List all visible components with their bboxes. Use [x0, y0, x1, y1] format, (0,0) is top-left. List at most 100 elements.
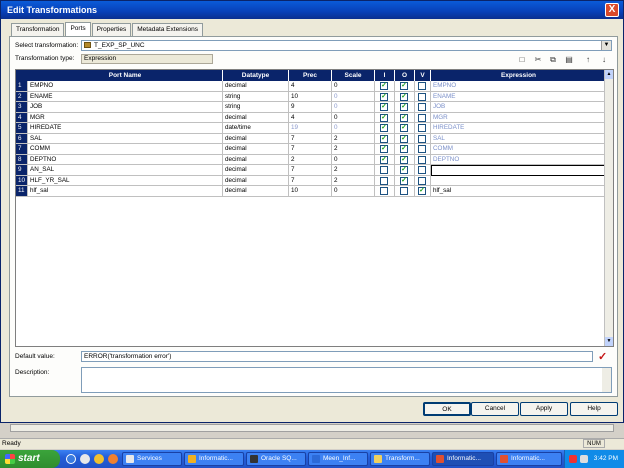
header-scale[interactable]: Scale — [332, 70, 375, 81]
variable-checkbox[interactable]: ✓ — [418, 187, 426, 195]
table-row[interactable]: 3 JOB string 9 0 ✓ ✓ JOB — [16, 102, 606, 113]
prec-cell[interactable]: 2 — [289, 154, 332, 165]
move-up-icon[interactable]: ↑ — [583, 55, 593, 65]
port-name-cell[interactable]: ENAME — [28, 91, 223, 102]
chevron-down-icon[interactable]: ▼ — [601, 41, 611, 50]
input-checkbox[interactable]: ✓ — [380, 82, 388, 90]
apply-button[interactable]: Apply — [520, 402, 568, 416]
datatype-cell[interactable]: decimal — [223, 133, 289, 144]
tab-ports[interactable]: Ports — [65, 22, 91, 36]
variable-checkbox[interactable] — [418, 166, 426, 174]
input-checkbox[interactable]: ✓ — [380, 134, 388, 143]
input-checkbox[interactable]: ✓ — [380, 113, 388, 122]
table-row[interactable]: 4 MGR decimal 4 0 ✓ ✓ MGR — [16, 112, 606, 123]
validate-check-icon[interactable]: ✓ — [598, 350, 607, 363]
input-checkbox[interactable]: ✓ — [380, 103, 388, 111]
table-row[interactable]: 1 EMPNO decimal 4 0 ✓ ✓ EMPNO — [16, 81, 606, 92]
outlook-icon[interactable] — [80, 454, 90, 464]
port-name-cell[interactable]: JOB — [28, 102, 223, 113]
scroll-down-icon[interactable]: ▼ — [605, 337, 613, 346]
output-checkbox[interactable]: ✓ — [400, 82, 408, 90]
select-transformation-dropdown[interactable]: T_EXP_SP_UNC ▼ — [81, 40, 612, 51]
header-expression[interactable]: Expression — [431, 70, 606, 81]
variable-checkbox[interactable] — [418, 82, 426, 90]
output-checkbox[interactable]: ✓ — [400, 166, 408, 174]
expression-cell[interactable]: HIREDATE — [431, 123, 606, 134]
title-bar[interactable]: Edit Transformations X — [1, 1, 623, 19]
ok-button[interactable]: OK — [423, 402, 471, 416]
expression-cell[interactable] — [431, 165, 606, 176]
variable-checkbox[interactable] — [418, 145, 426, 153]
prec-cell[interactable]: 7 — [289, 133, 332, 144]
paste-icon[interactable]: ▤ — [564, 55, 574, 65]
input-checkbox[interactable] — [380, 166, 388, 174]
taskbar-item-informatica-2[interactable]: Informatic... — [432, 452, 494, 466]
port-name-cell[interactable]: DEPTNO — [28, 154, 223, 165]
output-checkbox[interactable]: ✓ — [400, 124, 408, 132]
default-value-input[interactable]: ERROR('transformation error') — [81, 351, 593, 362]
table-row[interactable]: 2 ENAME string 10 0 ✓ ✓ ENAME — [16, 91, 606, 102]
datatype-cell[interactable]: date/time — [223, 123, 289, 134]
port-name-cell[interactable]: AN_SAL — [28, 165, 223, 176]
tab-metadata-extensions[interactable]: Metadata Extensions — [132, 23, 203, 36]
prec-cell[interactable]: 19 — [289, 123, 332, 134]
help-button[interactable]: Help — [570, 402, 618, 416]
output-checkbox[interactable]: ✓ — [400, 92, 408, 101]
horizontal-scroll-track[interactable] — [10, 424, 614, 432]
scale-cell[interactable]: 0 — [332, 186, 375, 197]
port-name-cell[interactable]: SAL — [28, 133, 223, 144]
table-row[interactable]: 8 DEPTNO decimal 2 0 ✓ ✓ DEPTNO — [16, 154, 606, 165]
description-scrollbar[interactable] — [602, 368, 611, 392]
port-name-cell[interactable]: HIREDATE — [28, 123, 223, 134]
cut-icon[interactable]: ✂ — [533, 55, 543, 65]
input-checkbox[interactable]: ✓ — [380, 155, 388, 164]
start-button[interactable]: start — [0, 450, 60, 468]
output-checkbox[interactable]: ✓ — [400, 113, 408, 122]
scale-cell[interactable]: 0 — [332, 102, 375, 113]
scale-cell[interactable]: 0 — [332, 123, 375, 134]
new-port-icon[interactable]: □ — [517, 55, 527, 65]
datatype-cell[interactable]: decimal — [223, 81, 289, 92]
scale-cell[interactable]: 2 — [332, 175, 375, 186]
move-down-icon[interactable]: ↓ — [599, 55, 609, 65]
prec-cell[interactable]: 7 — [289, 165, 332, 176]
datatype-cell[interactable]: decimal — [223, 165, 289, 176]
table-row[interactable]: 7 COMM decimal 7 2 ✓ ✓ COMM — [16, 144, 606, 155]
media-icon[interactable] — [108, 454, 118, 464]
tab-properties[interactable]: Properties — [91, 23, 132, 36]
table-row[interactable]: 6 SAL decimal 7 2 ✓ ✓ SAL — [16, 133, 606, 144]
variable-checkbox[interactable] — [418, 113, 426, 122]
taskbar-item-informatica-3[interactable]: Informatic... — [496, 452, 562, 466]
output-checkbox[interactable]: ✓ — [400, 176, 408, 185]
tray-security-icon[interactable] — [569, 455, 577, 463]
taskbar-item-services[interactable]: Services — [122, 452, 182, 466]
expression-cell[interactable]: ENAME — [431, 91, 606, 102]
horizontal-scrollbar[interactable] — [0, 423, 624, 433]
datatype-cell[interactable]: decimal — [223, 144, 289, 155]
taskbar-item-oracle-sql[interactable]: Oracle SQ... — [246, 452, 306, 466]
scale-cell[interactable]: 0 — [332, 81, 375, 92]
description-textarea[interactable] — [81, 367, 612, 393]
prec-cell[interactable]: 7 — [289, 144, 332, 155]
taskbar-item-transform[interactable]: Transform... — [370, 452, 430, 466]
output-checkbox[interactable] — [400, 187, 408, 195]
table-row[interactable]: 10 HLF_YR_SAL decimal 7 2 ✓ — [16, 175, 606, 186]
scale-cell[interactable]: 0 — [332, 154, 375, 165]
variable-checkbox[interactable] — [418, 134, 426, 143]
expression-cell[interactable]: COMM — [431, 144, 606, 155]
expression-cell[interactable]: MGR — [431, 112, 606, 123]
prec-cell[interactable]: 4 — [289, 81, 332, 92]
port-name-cell[interactable]: MGR — [28, 112, 223, 123]
scale-cell[interactable]: 2 — [332, 133, 375, 144]
scale-cell[interactable]: 0 — [332, 91, 375, 102]
variable-checkbox[interactable] — [418, 176, 426, 185]
expression-cell[interactable]: SAL — [431, 133, 606, 144]
table-row[interactable]: 9 AN_SAL decimal 7 2 ✓ — [16, 165, 606, 176]
variable-checkbox[interactable] — [418, 92, 426, 101]
header-port-name[interactable]: Port Name — [28, 70, 223, 81]
datatype-cell[interactable]: string — [223, 102, 289, 113]
scale-cell[interactable]: 0 — [332, 112, 375, 123]
table-row[interactable]: 5 HIREDATE date/time 19 0 ✓ ✓ HIREDATE — [16, 123, 606, 134]
header-variable[interactable]: V — [415, 70, 431, 81]
tab-transformation[interactable]: Transformation — [11, 23, 65, 36]
